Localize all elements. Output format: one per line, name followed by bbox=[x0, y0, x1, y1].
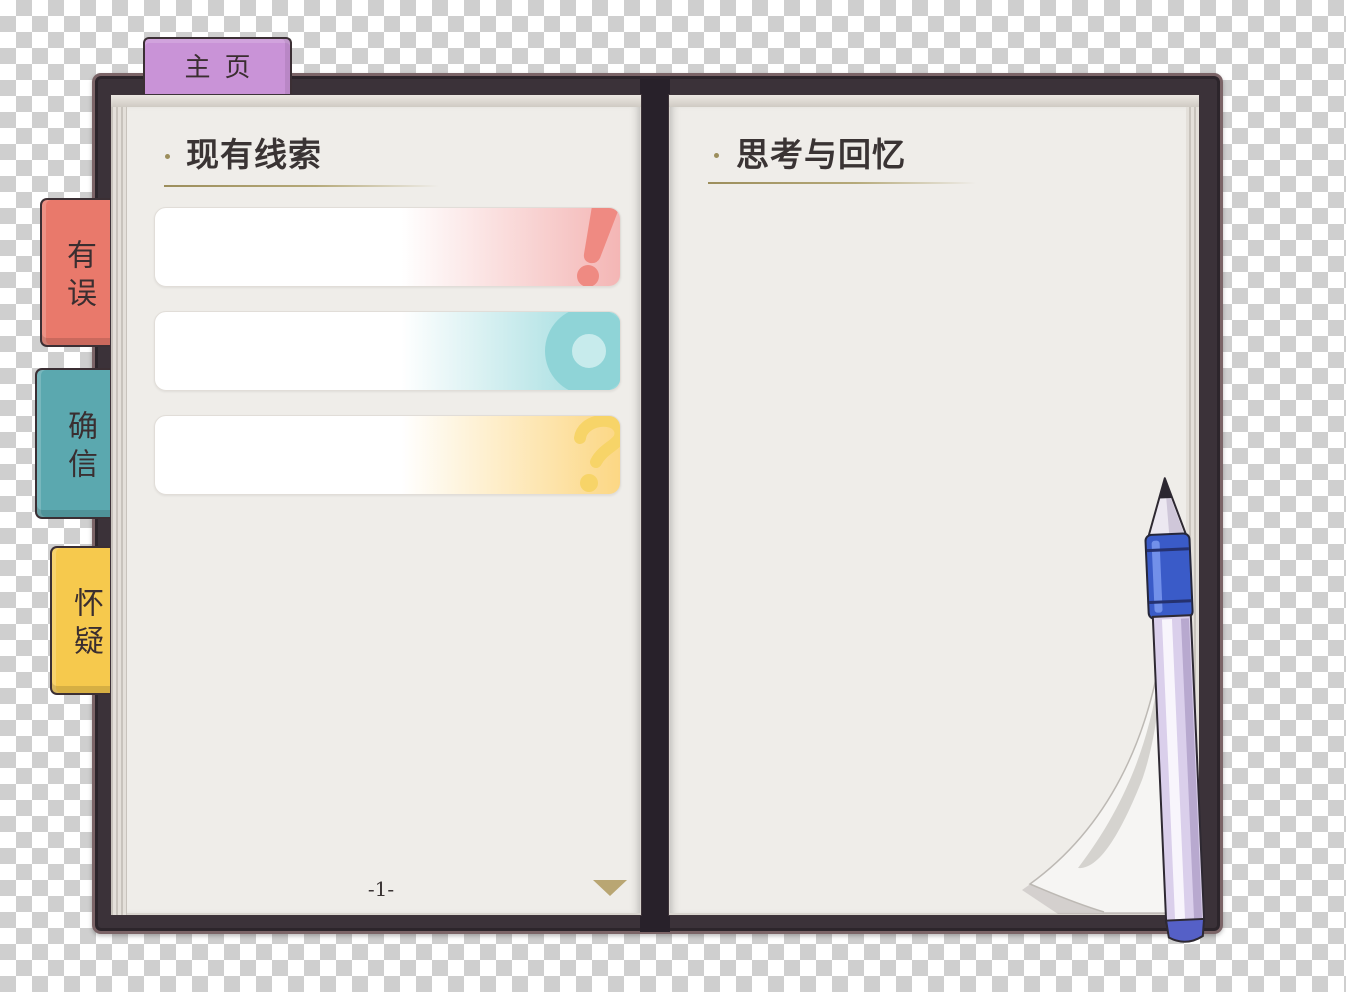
tab-confident-label: 确信 bbox=[62, 409, 97, 486]
title-underline bbox=[708, 182, 976, 184]
clue-card-doubt[interactable] bbox=[154, 415, 621, 495]
question-mark-dot bbox=[580, 474, 598, 492]
clue-card-mistaken[interactable] bbox=[154, 207, 621, 287]
page-top-edge bbox=[111, 95, 641, 107]
left-page-title: 现有线索 bbox=[186, 135, 322, 174]
pen-graphite-tip bbox=[1159, 478, 1172, 499]
next-arrow-shape bbox=[593, 880, 627, 896]
question-mark-icon bbox=[574, 416, 620, 492]
title-bullet bbox=[165, 154, 170, 159]
page-stack-edge bbox=[111, 95, 127, 915]
ring-icon bbox=[545, 312, 620, 390]
page-number: -1- bbox=[367, 877, 395, 901]
question-mark-hook bbox=[574, 416, 620, 468]
clue-card-confident[interactable] bbox=[154, 311, 621, 391]
tab-home-label: 主页 bbox=[184, 53, 265, 83]
tab-mistaken-label: 有误 bbox=[61, 238, 96, 315]
right-page-title: 思考与回忆 bbox=[736, 135, 906, 174]
tab-mistaken[interactable]: 有误 bbox=[40, 198, 116, 347]
title-underline bbox=[164, 185, 439, 187]
pen-end-cap bbox=[1164, 917, 1206, 943]
title-bullet bbox=[714, 153, 719, 158]
exclamation-bar bbox=[583, 208, 620, 264]
page-top-edge bbox=[669, 95, 1199, 107]
tab-home[interactable]: 主页 bbox=[143, 37, 292, 101]
notebook-screen: 主页 有误 确信 怀疑 现有线索 -1- 思考与回忆 bbox=[0, 0, 1346, 992]
tab-doubt-label: 怀疑 bbox=[68, 586, 103, 663]
exclamation-dot bbox=[577, 265, 599, 286]
left-page: 现有线索 -1- bbox=[110, 94, 642, 916]
notebook-spine bbox=[640, 76, 670, 932]
exclamation-icon bbox=[577, 208, 620, 286]
triangle-down-icon[interactable] bbox=[593, 880, 627, 897]
tab-doubt[interactable]: 怀疑 bbox=[50, 546, 116, 695]
tab-confident[interactable]: 确信 bbox=[35, 368, 116, 519]
